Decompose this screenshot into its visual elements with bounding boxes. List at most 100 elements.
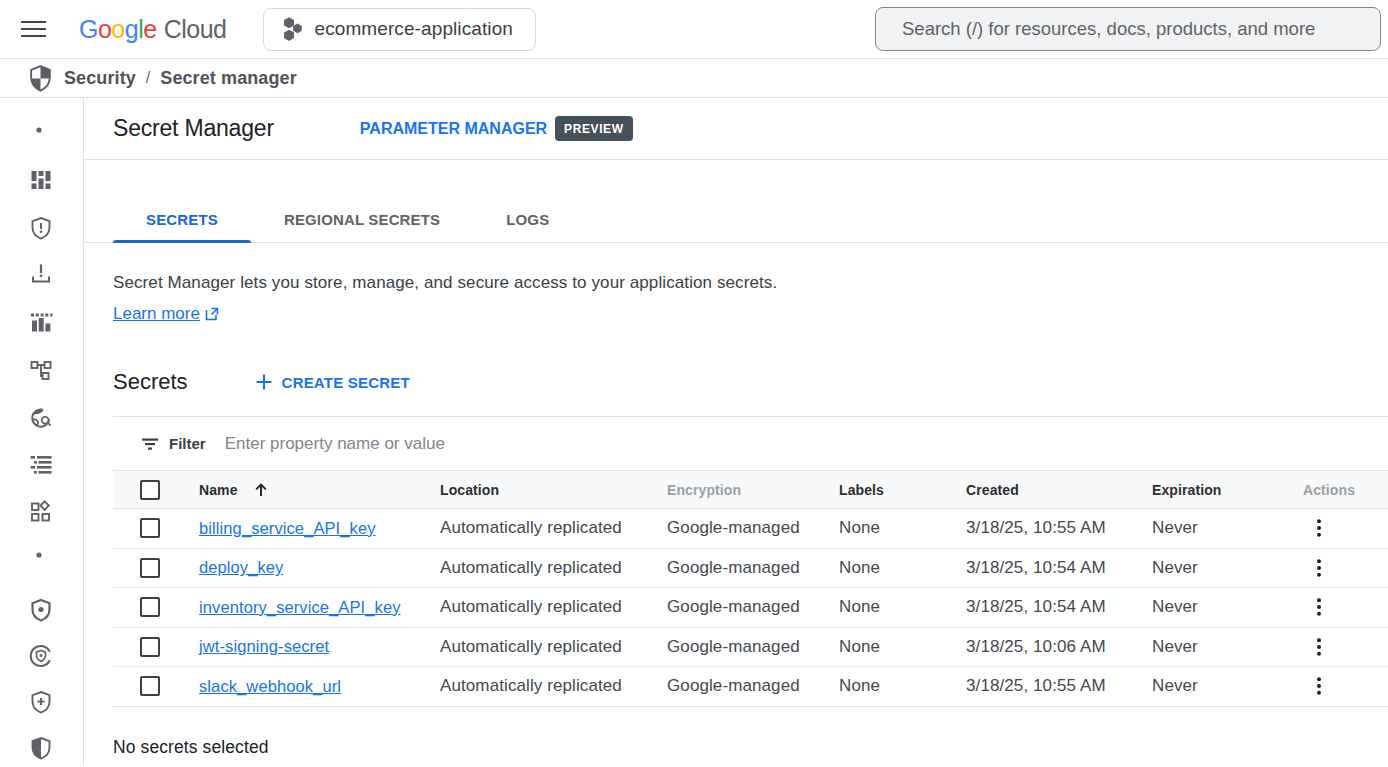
location-cell: Automatically replicated — [440, 518, 622, 538]
labels-cell: None — [839, 637, 880, 657]
breadcrumb-page: Secret manager — [160, 68, 296, 89]
cloud-logo-text: Cloud — [164, 15, 227, 44]
breadcrumb-section[interactable]: Security — [64, 68, 136, 89]
shield-half-icon — [29, 736, 53, 760]
logo-letter: G — [79, 15, 98, 43]
search-bar — [875, 7, 1381, 51]
labels-cell: None — [839, 597, 880, 617]
page-description: Secret Manager lets you store, manage, a… — [113, 271, 1388, 295]
secret-name-link[interactable]: inventory_service_API_key — [199, 598, 401, 617]
external-link-icon — [205, 307, 219, 321]
blocks-diamond-icon — [29, 500, 53, 524]
created-cell: 3/18/25, 10:55 AM — [966, 676, 1106, 696]
filter-icon — [141, 435, 159, 453]
filter-input[interactable] — [225, 417, 1388, 470]
column-header-labels[interactable]: Labels — [839, 482, 966, 498]
secret-name-link[interactable]: deploy_key — [199, 558, 283, 577]
shield-circle-icon — [29, 644, 53, 668]
secret-name-link[interactable]: billing_service_API_key — [199, 519, 376, 538]
expiration-cell: Never — [1152, 518, 1198, 538]
sidebar-item-dot[interactable] — [29, 543, 53, 567]
table-row: inventory_service_API_key Automatically … — [113, 588, 1388, 628]
row-actions-menu-icon[interactable] — [1306, 634, 1332, 660]
top-app-bar: Google Cloud ecommerce-application — [0, 0, 1388, 59]
encryption-cell: Google-managed — [667, 637, 800, 657]
filter-label[interactable]: Filter — [169, 435, 206, 452]
logo-letter: o — [111, 15, 124, 43]
learn-more-label: Learn more — [113, 304, 200, 324]
logo-letter: o — [98, 15, 111, 43]
location-cell: Automatically replicated — [440, 558, 622, 578]
tab-logs[interactable]: LOGS — [473, 195, 582, 243]
created-cell: 3/18/25, 10:54 AM — [966, 597, 1106, 617]
table-row: deploy_key Automatically replicated Goog… — [113, 549, 1388, 589]
select-all-checkbox[interactable] — [140, 480, 160, 500]
shield-plus-icon — [29, 690, 53, 714]
create-secret-label: CREATE SECRET — [282, 374, 410, 391]
sidebar-item-shield-alert[interactable] — [29, 216, 53, 240]
hamburger-menu-icon[interactable] — [21, 18, 47, 40]
labels-cell: None — [839, 676, 880, 696]
sort-ascending-icon — [253, 482, 269, 498]
expiration-cell: Never — [1152, 637, 1198, 657]
dot-icon — [29, 543, 53, 567]
project-selector[interactable]: ecommerce-application — [263, 8, 536, 51]
risk-overview-icon — [29, 168, 53, 192]
create-secret-button[interactable]: CREATE SECRET — [255, 373, 410, 391]
encryption-cell: Google-managed — [667, 558, 800, 578]
network-nodes-icon — [29, 358, 53, 382]
search-input[interactable] — [876, 8, 1380, 50]
secret-name-link[interactable]: slack_webhook_url — [199, 677, 341, 696]
row-actions-menu-icon[interactable] — [1306, 515, 1332, 541]
security-shield-icon — [28, 65, 53, 92]
tab-secrets[interactable]: SECRETS — [113, 195, 251, 243]
parameter-manager-link[interactable]: PARAMETER MANAGER — [360, 120, 547, 138]
row-actions-menu-icon[interactable] — [1306, 555, 1332, 581]
row-actions-menu-icon[interactable] — [1306, 594, 1332, 620]
sidebar-item-tray-alert[interactable] — [29, 262, 53, 286]
sidebar-item-network-nodes[interactable] — [29, 358, 53, 382]
sidebar-item-risk-overview[interactable] — [29, 168, 53, 192]
row-checkbox[interactable] — [140, 518, 160, 538]
row-checkbox[interactable] — [140, 558, 160, 578]
column-header-name[interactable]: Name — [199, 482, 440, 498]
encryption-cell: Google-managed — [667, 597, 800, 617]
dot-icon — [29, 118, 53, 142]
encryption-cell: Google-managed — [667, 518, 800, 538]
location-cell: Automatically replicated — [440, 637, 622, 657]
project-name: ecommerce-application — [314, 18, 513, 40]
tab-regional-secrets[interactable]: REGIONAL SECRETS — [251, 195, 473, 243]
created-cell: 3/18/25, 10:06 AM — [966, 637, 1106, 657]
sidebar-item-shield-circle[interactable] — [29, 644, 53, 668]
globe-search-icon — [29, 406, 53, 430]
labels-cell: None — [839, 518, 880, 538]
column-header-created[interactable]: Created — [966, 482, 1152, 498]
row-checkbox[interactable] — [140, 637, 160, 657]
sidebar-item-globe-search[interactable] — [29, 406, 53, 430]
table-row: slack_webhook_url Automatically replicat… — [113, 667, 1388, 707]
created-cell: 3/18/25, 10:54 AM — [966, 558, 1106, 578]
google-cloud-logo[interactable]: Google Cloud — [79, 15, 226, 44]
project-hexagons-icon — [283, 16, 303, 42]
sidebar-item-bar-chart-dotted[interactable] — [29, 310, 53, 334]
sidebar-item-dot[interactable] — [29, 118, 53, 142]
column-header-actions: Actions — [1303, 482, 1388, 498]
sidebar-item-shield-half[interactable] — [29, 736, 53, 760]
table-row: jwt-signing-secret Automatically replica… — [113, 628, 1388, 668]
secret-name-link[interactable]: jwt-signing-secret — [199, 637, 329, 656]
row-checkbox[interactable] — [140, 676, 160, 696]
sidebar-item-shield-plus[interactable] — [29, 690, 53, 714]
column-header-location[interactable]: Location — [440, 482, 667, 498]
row-checkbox[interactable] — [140, 597, 160, 617]
location-cell: Automatically replicated — [440, 676, 622, 696]
labels-cell: None — [839, 558, 880, 578]
sidebar-item-blocks-diamond[interactable] — [29, 500, 53, 524]
plus-icon — [255, 373, 273, 391]
column-header-expiration[interactable]: Expiration — [1152, 482, 1303, 498]
sidebar-item-list-lines[interactable] — [29, 452, 53, 476]
shield-dot-icon — [29, 598, 53, 622]
row-actions-menu-icon[interactable] — [1306, 673, 1332, 699]
sidebar-item-shield-dot[interactable] — [29, 598, 53, 622]
learn-more-link[interactable]: Learn more — [113, 304, 219, 324]
logo-letter: e — [143, 15, 156, 43]
